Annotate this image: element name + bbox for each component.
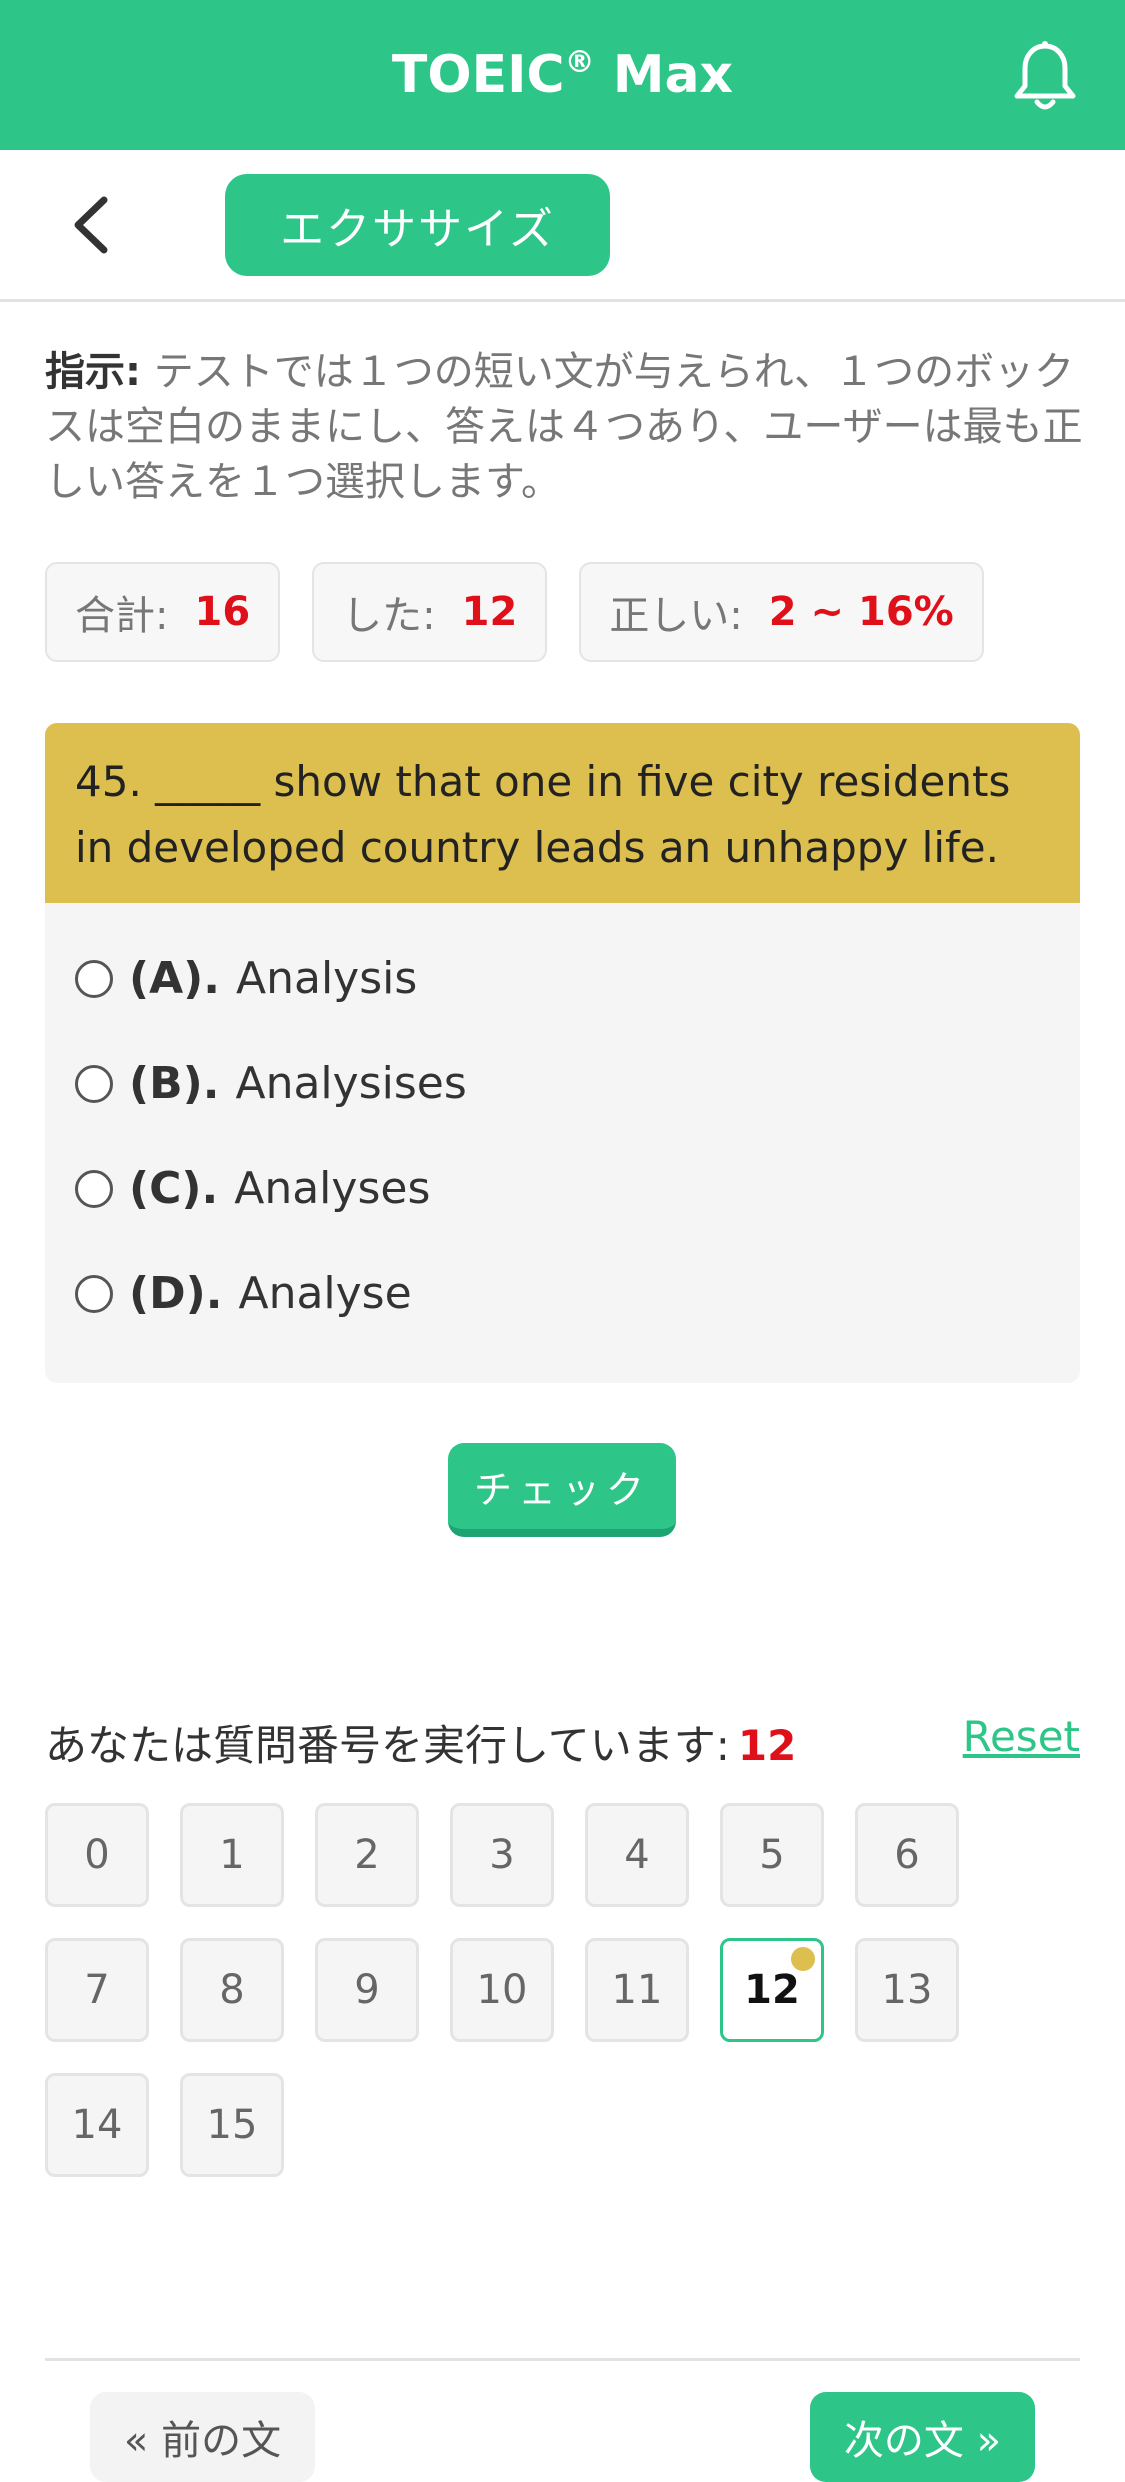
stat-correct: 正しい: 2 ~ 16% bbox=[579, 562, 984, 662]
question-number-button[interactable]: 15 bbox=[180, 2073, 284, 2177]
question-number-button[interactable]: 10 bbox=[450, 1938, 554, 2042]
question-number-button[interactable]: 14 bbox=[45, 2073, 149, 2177]
toolbar: エクササイズ bbox=[0, 150, 1125, 302]
radio-button[interactable] bbox=[75, 1169, 113, 1208]
radio-button[interactable] bbox=[75, 1064, 113, 1103]
option-b[interactable]: (B). Analysises bbox=[75, 1058, 467, 1109]
question-number-button[interactable]: 6 bbox=[855, 1803, 959, 1907]
reset-link[interactable]: Reset bbox=[963, 1712, 1080, 1761]
app-header: TOEIC® Max bbox=[0, 0, 1125, 150]
option-c[interactable]: (C). Analyses bbox=[75, 1163, 430, 1214]
stat-total: 合計: 16 bbox=[45, 562, 281, 662]
option-a[interactable]: (A). Analysis bbox=[75, 953, 417, 1004]
radio-button[interactable] bbox=[75, 959, 113, 998]
current-question-number: 12 bbox=[737, 1721, 797, 1770]
check-button[interactable]: チェック bbox=[448, 1443, 676, 1537]
question-number-button[interactable]: 2 bbox=[315, 1803, 419, 1907]
question-number-button-current[interactable]: 12 bbox=[720, 1938, 824, 2042]
next-button[interactable]: 次の文 » bbox=[810, 2392, 1035, 2482]
question-number-button[interactable]: 11 bbox=[585, 1938, 689, 2042]
radio-button[interactable] bbox=[75, 1274, 113, 1313]
chevron-left-icon[interactable] bbox=[62, 190, 122, 260]
question-number-grid: 0 1 2 3 4 5 6 7 8 9 10 11 12 13 14 15 bbox=[45, 1803, 1005, 2177]
question-text: 45. _____ show that one in five city res… bbox=[45, 723, 1080, 903]
instructions-label: 指示: bbox=[45, 349, 141, 395]
bell-icon[interactable] bbox=[1005, 36, 1085, 116]
previous-button[interactable]: « 前の文 bbox=[90, 2392, 315, 2482]
question-number-button[interactable]: 3 bbox=[450, 1803, 554, 1907]
question-number-button[interactable]: 0 bbox=[45, 1803, 149, 1907]
instructions: 指示: テストでは１つの短い文が与えられ、１つのボックスは空白のままにし、答えは… bbox=[45, 345, 1085, 510]
instructions-text: テストでは１つの短い文が与えられ、１つのボックスは空白のままにし、答えは４つあり… bbox=[45, 349, 1083, 505]
question-number-button[interactable]: 13 bbox=[855, 1938, 959, 2042]
question-number-button[interactable]: 9 bbox=[315, 1938, 419, 2042]
stats-row: 合計: 16 した: 12 正しい: 2 ~ 16% bbox=[45, 562, 984, 662]
current-indicator-dot bbox=[791, 1947, 815, 1971]
divider bbox=[45, 2358, 1080, 2361]
progress-label: あなたは質問番号を実行しています: 12 bbox=[45, 1721, 797, 1770]
question-number-button[interactable]: 4 bbox=[585, 1803, 689, 1907]
question-number-button[interactable]: 8 bbox=[180, 1938, 284, 2042]
question-number-button[interactable]: 5 bbox=[720, 1803, 824, 1907]
question-card: 45. _____ show that one in five city res… bbox=[45, 723, 1080, 1383]
option-d[interactable]: (D). Analyse bbox=[75, 1268, 412, 1319]
question-number-button[interactable]: 7 bbox=[45, 1938, 149, 2042]
exercise-button[interactable]: エクササイズ bbox=[225, 174, 610, 276]
question-number-button[interactable]: 1 bbox=[180, 1803, 284, 1907]
stat-done: した: 12 bbox=[312, 562, 548, 662]
app-title: TOEIC® Max bbox=[391, 45, 734, 105]
